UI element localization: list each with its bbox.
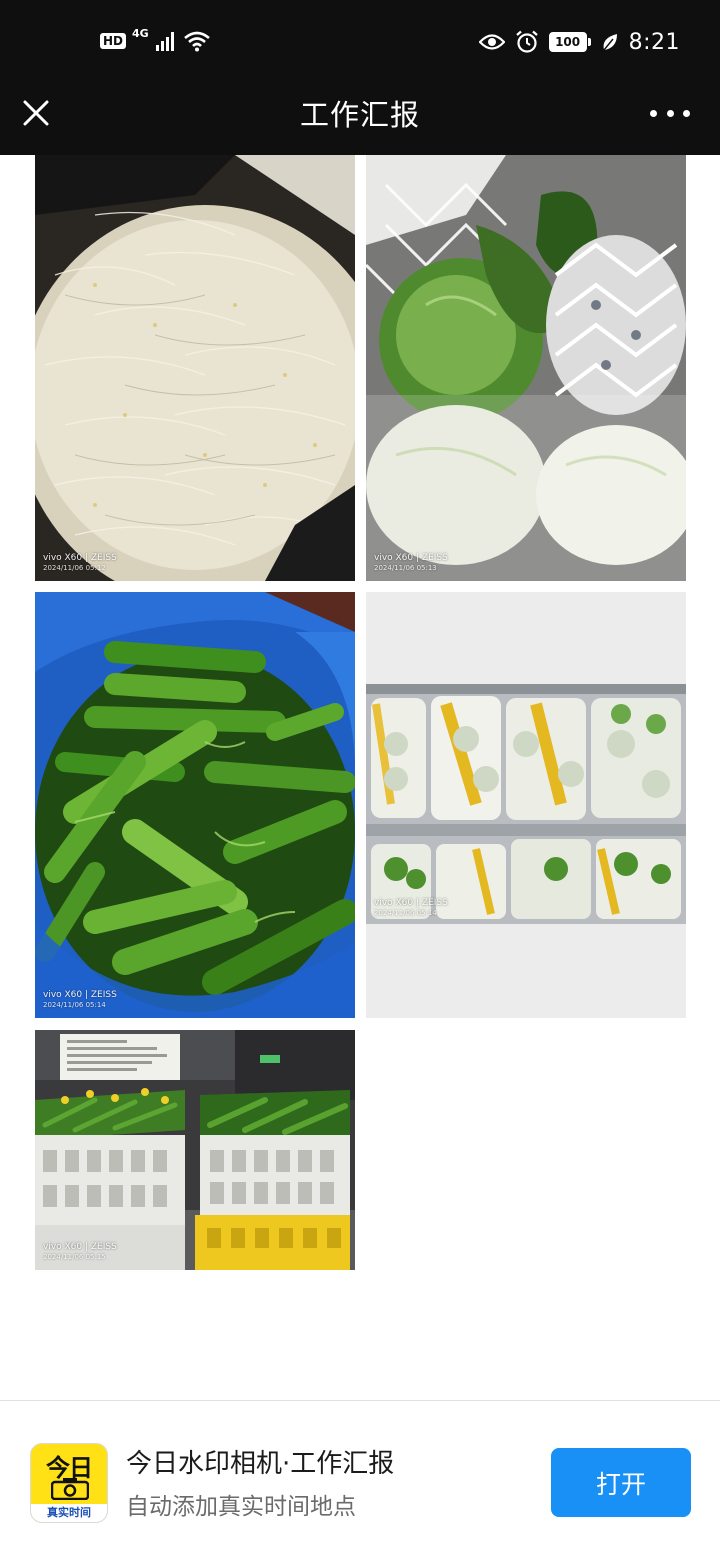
photo-watermark: vivo X60 | ZEISS 2024/11/06 05:15: [43, 1242, 117, 1262]
alarm-icon: [515, 30, 538, 53]
page-title: 工作汇报: [299, 98, 420, 132]
photo-watermark: vivo X60 | ZEISS 2024/11/06 05:13: [374, 553, 448, 573]
photo-greens-crates[interactable]: vivo X60 | ZEISS 2024/11/06 05:15: [35, 1030, 355, 1270]
watermark-brand: vivo X60 | ZEISS: [43, 1242, 117, 1252]
photo-watermark: vivo X60 | ZEISS 2024/11/06 05:14: [374, 898, 448, 918]
battery-level: 100: [548, 32, 587, 52]
eye-icon: [478, 34, 505, 50]
watermark-brand: vivo X60 | ZEISS: [43, 553, 117, 563]
photo-image: [35, 1030, 355, 1270]
nav-bar: 工作汇报: [0, 84, 720, 155]
more-button[interactable]: [650, 98, 690, 128]
more-icon-dot: [683, 109, 690, 117]
photo-image: [35, 592, 355, 1018]
network-type: 4G: [132, 26, 149, 40]
photo-image: [366, 592, 686, 1018]
leaf-icon: [603, 34, 617, 51]
watermark-time: 2024/11/06 05:12: [43, 564, 106, 572]
watermark-brand: vivo X60 | ZEISS: [43, 990, 117, 1000]
more-icon-dot: [666, 109, 674, 117]
battery-tip: [587, 38, 591, 46]
photo-cabbage[interactable]: vivo X60 | ZEISS 2024/11/06 05:13: [366, 155, 686, 581]
watermark-time: 2024/11/06 05:13: [374, 564, 437, 572]
app-logo-icon[interactable]: 今日 真实时间: [30, 1443, 108, 1523]
open-app-button[interactable]: 打开: [551, 1448, 691, 1517]
photo-green-peppers[interactable]: vivo X60 | ZEISS 2024/11/06 05:14: [35, 592, 355, 1018]
more-icon-dot: [650, 109, 657, 117]
status-right: 100 8:21: [478, 26, 680, 58]
signal-icon: [155, 32, 174, 51]
camera-icon: [51, 1478, 89, 1500]
hd-badge: HD: [100, 33, 127, 49]
watermark-time: 2024/11/06 05:15: [43, 1253, 106, 1261]
photo-watermark: vivo X60 | ZEISS 2024/11/06 05:12: [43, 553, 117, 573]
app-promo-banner: 今日 真实时间 今日水印相机·工作汇报 自动添加真实时间地点 打开: [0, 1401, 720, 1560]
status-left: HD 4G: [100, 26, 211, 56]
status-bar: HD 4G 100 8:21: [0, 0, 720, 84]
banner-subtitle: 自动添加真实时间地点: [126, 1494, 356, 1520]
watermark-time: 2024/11/06 05:14: [43, 1001, 106, 1009]
photo-image: [366, 155, 686, 581]
watermark-brand: vivo X60 | ZEISS: [374, 553, 448, 563]
watermark-brand: vivo X60 | ZEISS: [374, 898, 448, 908]
status-time: 8:21: [628, 29, 680, 55]
battery-icon: 100: [548, 32, 591, 52]
app-root: HD 4G 100 8:21 工作汇报 vivo X60 | ZEISS 202…: [0, 0, 720, 1560]
photo-bean-sprouts[interactable]: vivo X60 | ZEISS 2024/11/06 05:12: [35, 155, 355, 581]
wifi-icon: [183, 31, 210, 52]
photo-bok-choy[interactable]: vivo X60 | ZEISS 2024/11/06 05:14: [366, 592, 686, 1018]
photo-image: [35, 155, 355, 581]
banner-title: 今日水印相机·工作汇报: [126, 1449, 395, 1479]
photo-watermark: vivo X60 | ZEISS 2024/11/06 05:14: [43, 990, 117, 1010]
watermark-time: 2024/11/06 05:14: [374, 909, 437, 917]
app-logo-caption: 真实时间: [31, 1504, 107, 1522]
